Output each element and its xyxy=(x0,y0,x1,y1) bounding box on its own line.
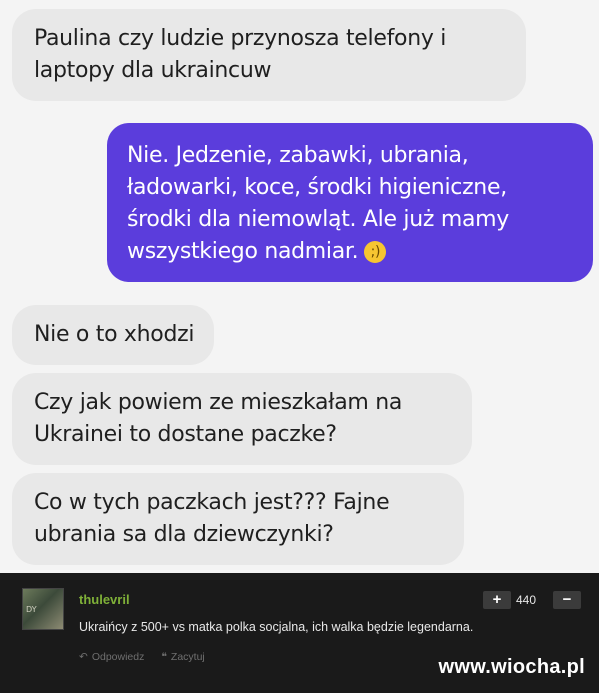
chat-screenshot: Paulina czy ludzie przynosza telefony i … xyxy=(0,0,599,573)
message-text: Czy jak powiem ze mieszkałam na Ukrainei… xyxy=(34,390,403,447)
comment-score: 440 xyxy=(516,593,537,607)
reply-label: Odpowiedz xyxy=(91,651,145,663)
site-watermark: www.wiocha.pl xyxy=(438,656,585,678)
reply-button[interactable]: ↶ Odpowiedz xyxy=(79,651,144,663)
comment-text: Ukraińcy z 500+ vs matka polka socjalna,… xyxy=(79,620,474,634)
message-text: Nie. Jedzenie, zabawki, ubrania, ładowar… xyxy=(127,143,509,264)
outgoing-message: Nie. Jedzenie, zabawki, ubrania, ładowar… xyxy=(107,123,593,282)
comment-username[interactable]: thulevril xyxy=(79,592,130,607)
comment-section: DY thulevril Ukraińcy z 500+ vs matka po… xyxy=(0,573,599,693)
avatar-mark: DY xyxy=(26,605,37,614)
quote-label: Zacytuj xyxy=(170,651,205,663)
incoming-message-3: Czy jak powiem ze mieszkałam na Ukrainei… xyxy=(12,373,472,465)
quote-icon: ❝ xyxy=(161,651,167,663)
reply-arrow-icon: ↶ xyxy=(79,651,88,663)
winking-face-icon: ;) xyxy=(364,241,387,263)
upvote-button[interactable]: + xyxy=(483,591,511,609)
incoming-message-2: Nie o to xhodzi xyxy=(12,305,215,365)
avatar[interactable]: DY xyxy=(22,588,64,630)
downvote-button[interactable]: − xyxy=(553,591,581,609)
message-text: Co w tych paczkach jest??? Fajne ubrania… xyxy=(34,490,390,547)
quote-button[interactable]: ❝ Zacytuj xyxy=(161,651,205,663)
incoming-message-1: Paulina czy ludzie przynosza telefony i … xyxy=(12,9,526,101)
message-text: Nie o to xhodzi xyxy=(34,322,195,347)
comment-actions: ↶ Odpowiedz ❝ Zacytuj xyxy=(79,651,219,663)
message-text: Paulina czy ludzie przynosza telefony i … xyxy=(34,26,447,83)
incoming-message-4: Co w tych paczkach jest??? Fajne ubrania… xyxy=(12,473,464,565)
